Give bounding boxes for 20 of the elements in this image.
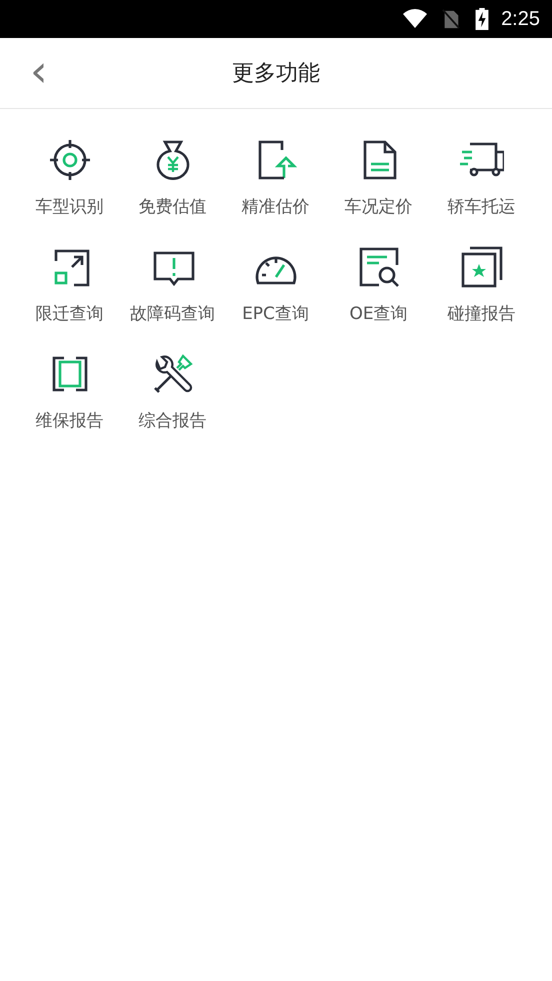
feature-label[interactable]: 限迁查询 [36, 303, 104, 325]
feature-label[interactable]: 车况定价 [344, 196, 412, 218]
feature-label[interactable]: 精准估价 [242, 196, 310, 218]
feature-label[interactable]: 碰撞报告 [448, 303, 516, 325]
feature-label[interactable]: 免费估值 [138, 196, 206, 218]
feature-label[interactable]: 故障码查询 [130, 303, 215, 325]
wifi-icon [403, 9, 428, 29]
feature-label[interactable]: OE查询 [349, 303, 408, 325]
star-card-icon [460, 245, 504, 289]
target-icon [48, 138, 92, 182]
feature-label[interactable]: 维保报告 [36, 410, 104, 432]
back-button[interactable]: ‹ [26, 50, 52, 94]
feature-label[interactable]: EPC查询 [242, 303, 309, 325]
page-title: 更多功能 [232, 60, 320, 88]
clock-time: 2:25 [501, 8, 540, 30]
document-search-icon [356, 245, 400, 289]
feature-label[interactable]: 轿车托运 [448, 196, 516, 218]
feature-label[interactable]: 车型识别 [36, 196, 104, 218]
battery-charging-icon [475, 8, 490, 30]
feature-label[interactable]: 综合报告 [138, 410, 206, 432]
